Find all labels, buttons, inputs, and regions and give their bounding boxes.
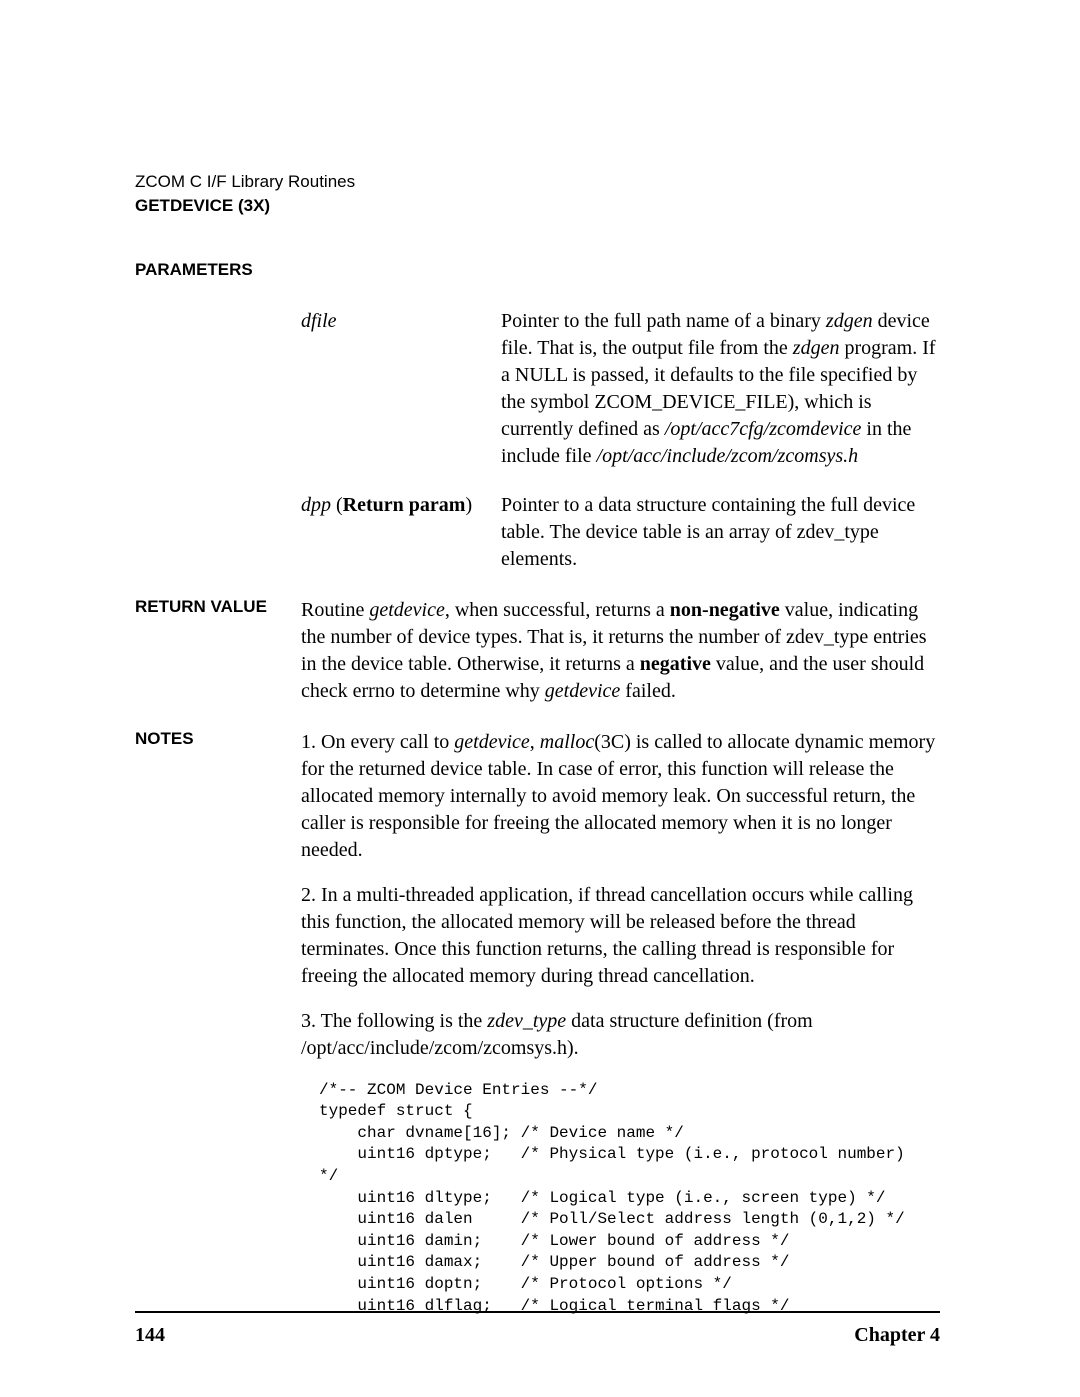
text: Routine [301,599,369,621]
param-name-text: dpp [301,494,331,516]
text: Pointer to the full path name of a binar… [501,310,826,332]
return-value-text: Routine getdevice, when successful, retu… [301,597,940,705]
parameters-list: dfile Pointer to the full path name of a… [135,308,940,573]
param-desc-dfile: Pointer to the full path name of a binar… [501,308,940,470]
text-ital: getdevice [454,731,530,753]
footer-rule [135,1311,940,1313]
param-row-dpp: dpp (Return param) Pointer to a data str… [135,492,940,573]
note-1: 1. On every call to getdevice, malloc(3C… [301,729,940,864]
param-desc-dpp: Pointer to a data structure containing t… [501,492,940,573]
running-header-line1: ZCOM C I/F Library Routines [135,170,940,194]
return-value-heading: RETURN VALUE [135,597,301,617]
text: failed. [620,680,676,702]
param-gutter [135,308,301,470]
section-return-value: RETURN VALUE Routine getdevice, when suc… [135,597,940,705]
section-gutter: RETURN VALUE [135,597,301,705]
page: ZCOM C I/F Library Routines GETDEVICE (3… [0,0,1080,1397]
param-row-dfile: dfile Pointer to the full path name of a… [135,308,940,470]
running-header-line2: GETDEVICE (3X) [135,194,940,218]
page-footer: 144 Chapter 4 [135,1324,940,1347]
notes-heading: NOTES [135,729,301,749]
page-number: 144 [135,1324,165,1347]
code-block: /*-- ZCOM Device Entries --*/ typedef st… [319,1080,940,1318]
note-3: 3. The following is the zdev_type data s… [301,1008,940,1062]
text-ital: zdev_type [487,1010,566,1032]
text: 3. The following is the [301,1010,487,1032]
param-gutter [135,492,301,573]
text-ital: malloc [540,731,594,753]
text: ( [331,494,343,516]
text: 1. On every call to [301,731,454,753]
text-bold: negative [640,653,711,675]
text-bold: non-negative [670,599,780,621]
text: Pointer to a data structure containing t… [501,494,915,570]
text: , when successful, returns a [445,599,670,621]
section-gutter: NOTES [135,729,301,1318]
text-ital: zdgen [826,310,873,332]
chapter-label: Chapter 4 [854,1324,940,1347]
text: , [530,731,540,753]
text-ital: /opt/acc7cfg/zcomdevice [665,418,862,440]
note-2: 2. In a multi-threaded application, if t… [301,882,940,990]
text-bold: Return param [343,494,466,516]
notes-body: 1. On every call to getdevice, malloc(3C… [301,729,940,1318]
text: ) [465,494,472,516]
param-name-dfile: dfile [301,308,501,470]
text: 2. In a multi-threaded application, if t… [301,884,913,987]
text-ital: getdevice [545,680,621,702]
text-ital: zdgen [793,337,840,359]
section-notes: NOTES 1. On every call to getdevice, mal… [135,729,940,1318]
param-name-dpp: dpp (Return param) [301,492,501,573]
text-ital: getdevice [369,599,445,621]
section-parameters: PARAMETERS dfile Pointer to the full pat… [135,260,940,573]
parameters-heading: PARAMETERS [135,260,940,280]
running-header: ZCOM C I/F Library Routines GETDEVICE (3… [135,170,940,218]
param-name-text: dfile [301,310,337,332]
text-ital: /opt/acc/include/zcom/zcomsys.h [597,445,859,467]
